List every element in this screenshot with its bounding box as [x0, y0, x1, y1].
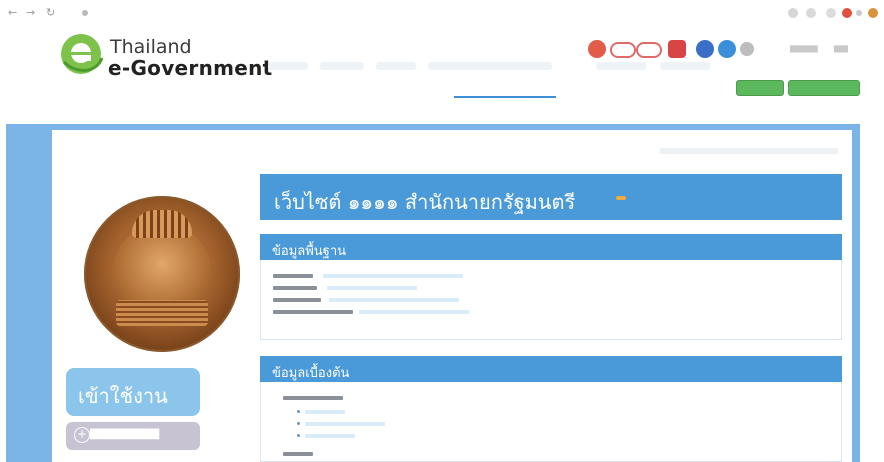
- egov-logo-icon[interactable]: [58, 32, 104, 76]
- section-basic-header: [260, 234, 842, 260]
- field-value: [327, 286, 417, 290]
- zoom-icon[interactable]: [806, 8, 816, 18]
- extension-icon[interactable]: [788, 8, 798, 18]
- forward-icon[interactable]: →: [26, 6, 35, 19]
- section-intro-title: ข้อมูลเบื้องต้น: [272, 366, 350, 381]
- seal-base: [116, 300, 208, 326]
- list-bullet: [297, 434, 300, 437]
- nav-item-active[interactable]: [462, 62, 552, 70]
- nav-item[interactable]: [268, 62, 308, 70]
- sarabun-icon[interactable]: [588, 40, 606, 58]
- nav-item[interactable]: [320, 62, 364, 70]
- section-basic-title: ข้อมูลพื้นฐาน: [272, 244, 347, 259]
- facebook-icon[interactable]: [696, 40, 714, 58]
- breadcrumb[interactable]: [660, 148, 838, 154]
- title-arrow-icon: [616, 196, 626, 200]
- page-title: เว็บไซต์ ๑๑๑๑ สำนักนายกรัฐมนตรี: [274, 190, 576, 214]
- logo-line2: e-Government: [108, 56, 273, 80]
- register-label: ██████████: [90, 430, 160, 440]
- nav-item[interactable]: [660, 62, 710, 70]
- list-bullet: [297, 410, 300, 413]
- browser-toolbar: ← → ↻: [0, 0, 884, 26]
- opera-icon[interactable]: [842, 8, 852, 18]
- logo-line1: Thailand: [110, 36, 192, 58]
- accessibility-toggle[interactable]: [610, 42, 636, 58]
- youtube-icon[interactable]: [740, 42, 754, 56]
- list-bullet: [297, 422, 300, 425]
- back-icon[interactable]: ←: [8, 6, 17, 19]
- nav-item[interactable]: [596, 62, 646, 70]
- bookmark-star-icon[interactable]: [856, 10, 862, 16]
- field-label: [273, 286, 317, 290]
- field-value: [329, 298, 459, 302]
- nav-active-underline: [454, 96, 556, 98]
- twitter-icon[interactable]: [718, 40, 736, 58]
- seal-crown: [132, 210, 192, 238]
- nav-item[interactable]: [376, 62, 416, 70]
- mascot-icon[interactable]: [668, 40, 686, 58]
- field-value: [323, 274, 463, 278]
- plus-icon: +: [74, 427, 90, 443]
- address-bar[interactable]: [82, 9, 282, 18]
- field-label: [273, 274, 313, 278]
- font-size-switch[interactable]: ███: [834, 46, 848, 53]
- accessibility-toggle[interactable]: [636, 42, 662, 58]
- section-intro-body: [260, 382, 842, 462]
- list-item: [305, 434, 355, 438]
- reload-icon[interactable]: ↻: [46, 6, 55, 19]
- login-header-button[interactable]: [736, 80, 784, 96]
- login-label: เข้าใช้งาน: [78, 384, 168, 408]
- list-item: [305, 410, 345, 414]
- field-value: [359, 310, 469, 314]
- language-switch[interactable]: ██████: [790, 46, 818, 53]
- extension-icon[interactable]: [826, 8, 836, 18]
- register-header-button[interactable]: [788, 80, 860, 96]
- lock-icon: [82, 10, 88, 16]
- profile-avatar[interactable]: [868, 8, 878, 18]
- field-label: [273, 298, 321, 302]
- field-label: [283, 452, 313, 456]
- field-label: [273, 310, 353, 314]
- field-label: [283, 396, 343, 400]
- section-basic-body: [260, 260, 842, 340]
- list-item: [305, 422, 385, 426]
